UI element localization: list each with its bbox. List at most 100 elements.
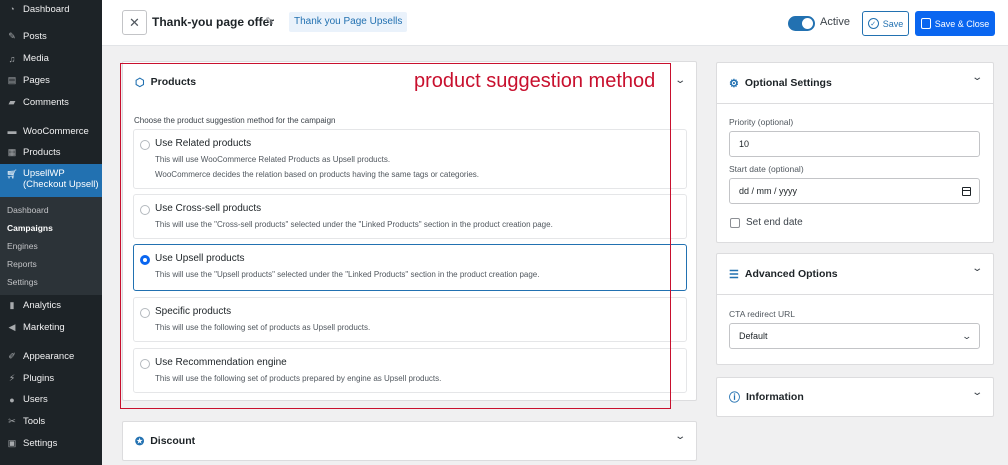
radio-specific-products[interactable] [140, 308, 150, 318]
info-icon: ⓘ [729, 392, 740, 404]
page-title: Thank-you page offer [152, 15, 275, 29]
option-upsell-products[interactable]: Use Upsell products This will use the "U… [133, 244, 687, 291]
brush-icon: ✐ [8, 350, 16, 361]
campaign-type-tag: Thank you Page Upsells [289, 12, 408, 32]
campaign-header: ✕ Thank-you page offer ✎ Thank you Page … [102, 0, 1008, 46]
chevron-down-icon[interactable]: ⌄ [971, 263, 983, 274]
save-button[interactable]: ✓ Save [862, 11, 909, 36]
sidebar-item-label: Marketing [23, 321, 65, 333]
submenu-item-campaigns[interactable]: Campaigns [0, 219, 102, 237]
plug-icon: ⚡︎ [8, 372, 16, 383]
sidebar-item-posts[interactable]: ✎ Posts [0, 26, 102, 48]
chevron-down-icon[interactable]: ⌄ [674, 75, 686, 86]
sidebar-item-tools[interactable]: ✂︎ Tools [0, 411, 102, 433]
end-date-label: Set end date [746, 217, 803, 228]
sidebar-item-label: Settings [23, 437, 58, 449]
radio-cross-sell-products[interactable] [140, 205, 150, 215]
sidebar-item-marketing[interactable]: ◀ Marketing [0, 317, 102, 339]
option-recommendation-engine[interactable]: Use Recommendation engine This will use … [133, 348, 687, 393]
sidebar-item-upsellwp[interactable]: 🛒︎ UpsellWP (Checkout Upsell) [0, 163, 102, 197]
option-title: Use Related products [155, 138, 252, 149]
radio-related-products[interactable] [140, 140, 150, 150]
optional-settings-header[interactable]: ⚙︎ Optional Settings ⌄ [717, 63, 993, 103]
sidebar-item-label: Dashboard [23, 3, 70, 15]
annotation-label: product suggestion method [414, 70, 656, 92]
start-date-input[interactable]: dd / mm / yyyy [729, 178, 980, 204]
sidebar-item-analytics[interactable]: ▮ Analytics [0, 295, 102, 317]
option-title: Use Recommendation engine [155, 357, 287, 368]
information-card[interactable]: ⓘ Information ⌄ [716, 377, 994, 417]
sidebar-item-woocommerce[interactable]: ▬ WooCommerce [0, 120, 102, 142]
sidebar-item-products[interactable]: ▦ Products [0, 142, 102, 164]
wrench-icon: ✂︎ [8, 416, 16, 427]
upsellwp-label: UpsellWP [23, 167, 65, 179]
chevron-down-icon[interactable]: ⌄ [971, 387, 983, 398]
priority-input[interactable]: 10 [729, 131, 980, 157]
sidebar-item-users[interactable]: ● Users [0, 389, 102, 411]
submenu-item-engines[interactable]: Engines [0, 237, 102, 255]
upsellwp-submenu: Dashboard Campaigns Engines Reports Sett… [0, 196, 102, 295]
option-cross-sell-products[interactable]: Use Cross-sell products This will use th… [133, 194, 687, 239]
information-title: Information [746, 391, 804, 403]
submenu-item-dashboard[interactable]: Dashboard [0, 201, 102, 219]
settings-icon: ▣ [7, 437, 17, 448]
option-title: Specific products [155, 306, 232, 317]
page-icon: ▤ [7, 74, 17, 85]
sidebar-item-dashboard[interactable]: ◔ Dashboard [0, 0, 102, 18]
active-label: Active [820, 16, 850, 28]
option-specific-products[interactable]: Specific products This will use the foll… [133, 297, 687, 342]
cta-redirect-label: CTA redirect URL [729, 309, 795, 319]
divider [717, 294, 993, 295]
radio-recommendation-engine[interactable] [140, 359, 150, 369]
pin-icon: ✎ [8, 31, 16, 42]
chevron-down-icon[interactable]: ⌄ [674, 431, 686, 442]
products-intro-text: Choose the product suggestion method for… [134, 116, 336, 125]
upsellwp-sublabel: (Checkout Upsell) [23, 178, 99, 190]
archive-icon: ▦ [7, 147, 17, 158]
products-card: ⬡ Products ⌄ Choose the product suggestio… [122, 61, 697, 401]
close-button[interactable]: ✕ [122, 10, 147, 35]
option-related-products[interactable]: Use Related products This will use WooCo… [133, 129, 687, 189]
radio-upsell-products[interactable] [140, 255, 150, 265]
sidebar-item-comments[interactable]: ▰ Comments [0, 91, 102, 113]
divider [717, 103, 993, 104]
advanced-options-header[interactable]: ☰ Advanced Options ⌄ [717, 254, 993, 294]
option-description: This will use the "Cross-sell products" … [155, 220, 553, 229]
sidebar-item-pages[interactable]: ▤ Pages [0, 70, 102, 92]
advanced-options-title: Advanced Options [744, 268, 838, 280]
sidebar-item-settings[interactable]: ▣ Settings [0, 433, 102, 455]
active-toggle[interactable] [788, 16, 815, 31]
discount-card[interactable]: ✪ Discount ⌄ [122, 421, 697, 461]
woocommerce-icon: ▬ [7, 126, 17, 137]
option-title: Use Upsell products [155, 253, 245, 264]
pencil-icon[interactable]: ✎ [265, 15, 274, 28]
cube-icon: ⬡ [135, 76, 145, 89]
end-date-checkbox[interactable] [730, 218, 740, 228]
save-close-button[interactable]: Save & Close [915, 11, 995, 36]
submenu-item-settings[interactable]: Settings [0, 273, 102, 291]
option-description: This will use WooCommerce Related Produc… [155, 155, 391, 164]
submenu-item-reports[interactable]: Reports [0, 255, 102, 273]
cart-icon: 🛒︎ [6, 169, 18, 180]
sidebar-item-appearance[interactable]: ✐ Appearance [0, 345, 102, 367]
priority-value: 10 [739, 139, 750, 149]
sidebar-item-label: Analytics [23, 300, 62, 312]
sidebar-item-label: Media [23, 53, 49, 65]
option-description: This will use the following set of produ… [155, 323, 371, 332]
check-circle-icon: ✓ [867, 18, 879, 29]
chart-bar-icon: ▮ [9, 300, 15, 311]
sidebar-item-plugins[interactable]: ⚡︎ Plugins [0, 367, 102, 389]
calendar-icon[interactable] [962, 187, 971, 196]
close-icon: ✕ [129, 14, 140, 30]
start-date-placeholder: dd / mm / yyyy [739, 186, 798, 196]
cta-redirect-value: Default [739, 331, 768, 341]
cta-redirect-select[interactable]: Default ⌄ [729, 323, 980, 349]
discount-card-title: Discount [150, 435, 196, 447]
sidebar-item-label: Pages [23, 74, 50, 86]
option-description: This will use the following set of produ… [155, 374, 442, 383]
sidebar-item-label: WooCommerce [23, 125, 89, 137]
chevron-down-icon[interactable]: ⌄ [971, 72, 983, 83]
sidebar-item-label: Tools [23, 416, 46, 428]
sidebar-item-media[interactable]: ♫ Media [0, 48, 102, 70]
sidebar-item-label: Posts [23, 31, 47, 43]
